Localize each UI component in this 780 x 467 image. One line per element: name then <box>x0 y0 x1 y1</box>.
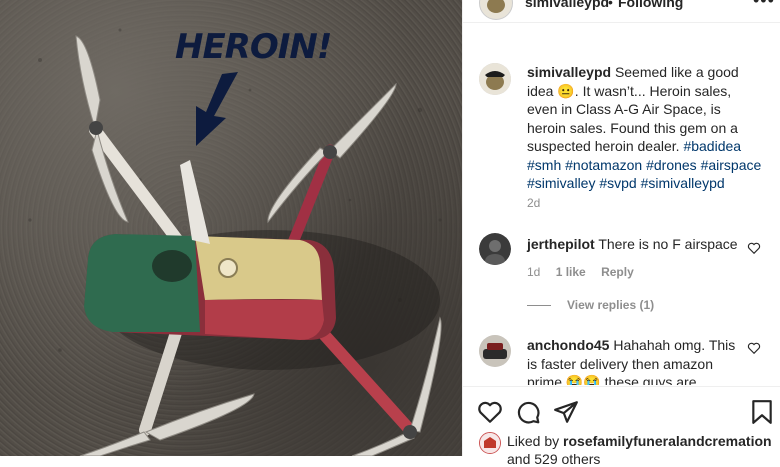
bookmark-icon[interactable] <box>749 399 775 425</box>
liked-by-prefix: Liked by <box>507 433 560 449</box>
more-horizontal-icon[interactable]: ••• <box>753 0 775 11</box>
comments-list[interactable]: simivalleypd Seemed like a good idea 😐. … <box>463 23 780 385</box>
hashtag-link[interactable]: #drones <box>646 157 697 173</box>
avatar[interactable] <box>479 0 513 20</box>
post-header: simivalleypd • Following ••• <box>463 0 780 23</box>
heroin-overlay-text: HEROIN! <box>175 27 331 67</box>
liked-by-avatar[interactable] <box>479 432 501 454</box>
heart-icon[interactable] <box>477 399 503 425</box>
comment-username[interactable]: jerthepilot <box>527 236 595 252</box>
post-actions-bar: Liked by rosefamilyfuneralandcremation a… <box>463 386 780 467</box>
others-likes-link[interactable]: and 529 others <box>507 451 600 467</box>
divider <box>527 305 551 307</box>
hashtag-link[interactable]: #airspace <box>701 157 762 173</box>
comment-body: jerthepilot There is no F airspace <box>527 235 747 254</box>
hashtag-link[interactable]: #notamazon <box>565 157 642 173</box>
reply-button[interactable]: Reply <box>601 265 634 279</box>
liked-by-username[interactable]: rosefamilyfuneralandcremation <box>563 433 772 449</box>
avatar[interactable] <box>479 63 511 95</box>
post-side-panel: simivalleypd • Following ••• simivalleyp… <box>462 0 780 467</box>
caption-timestamp[interactable]: 2d <box>527 196 540 210</box>
share-icon[interactable] <box>553 399 579 425</box>
comment-body: anchondo45 Hahahah omg. This is faster d… <box>527 336 747 385</box>
following-button[interactable]: Following <box>618 0 683 10</box>
post-caption: simivalleypd Seemed like a good idea 😐. … <box>527 63 763 193</box>
comment-likes[interactable]: 1 like <box>556 265 586 279</box>
comment-text: There is no F airspace <box>598 236 738 252</box>
header-separator: • <box>608 0 613 10</box>
avatar[interactable] <box>479 335 511 367</box>
hashtag-link[interactable]: #svpd <box>599 175 636 191</box>
avatar[interactable] <box>479 233 511 265</box>
hashtag-link[interactable]: #smh <box>527 157 561 173</box>
hashtag-link[interactable]: #simivalleypd <box>641 175 725 191</box>
like-comment-heart-icon[interactable] <box>747 341 761 355</box>
drone-illustration: HEROIN! <box>28 27 442 456</box>
drone-body <box>84 160 336 340</box>
view-replies-label: View replies (1) <box>567 298 655 312</box>
liked-by-text: Liked by rosefamilyfuneralandcremation <box>507 433 772 449</box>
comment-username[interactable]: anchondo45 <box>527 337 609 353</box>
comment-timestamp[interactable]: 1d <box>527 265 540 279</box>
comment-icon[interactable] <box>515 399 541 425</box>
down-arrow-overlay <box>196 72 238 146</box>
post-photo[interactable]: HEROIN! <box>0 0 462 456</box>
view-replies-button[interactable]: View replies (1) <box>527 298 654 312</box>
hashtag-link[interactable]: #simivalley <box>527 175 595 191</box>
like-comment-heart-icon[interactable] <box>747 241 761 255</box>
hashtag-link[interactable]: #badidea <box>683 138 741 154</box>
header-username[interactable]: simivalleypd <box>525 0 609 10</box>
neutral-face-emoji: 😐 <box>557 82 575 99</box>
comment-meta: 1d 1 like Reply <box>527 265 646 279</box>
caption-username[interactable]: simivalleypd <box>527 64 611 80</box>
